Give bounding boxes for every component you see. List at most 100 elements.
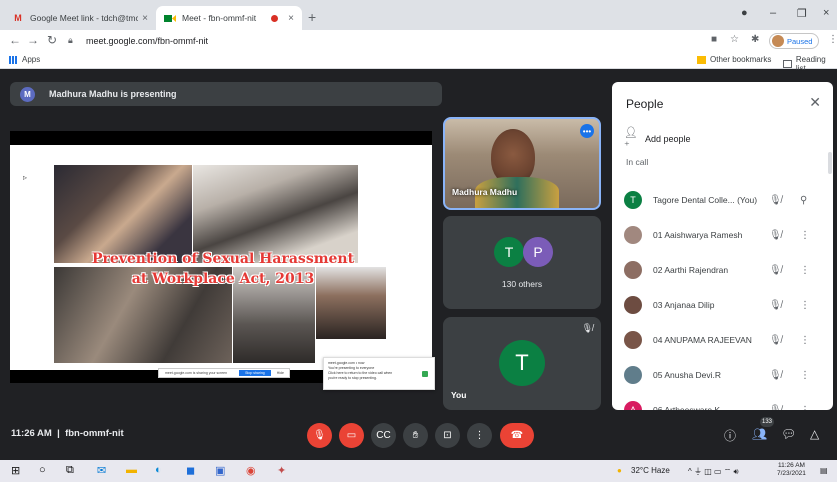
tray-icons[interactable]: ^ ⏚ ◫ ▭ ⌔ 🔊︎ (688, 466, 739, 477)
bookmark-other[interactable]: Other bookmarks (697, 55, 771, 64)
avatar (624, 296, 642, 314)
participant-row[interactable]: A 06 Artheesware K 🎙︎̸ ⋮ (612, 393, 833, 410)
mic-off-icon[interactable]: 🎙︎̸ (769, 195, 782, 206)
bookmark-apps[interactable]: Apps (9, 55, 40, 64)
profile-paused-button[interactable]: Paused (769, 33, 819, 49)
more-options-icon[interactable]: ⋮ (800, 230, 810, 241)
more-options-icon[interactable]: ••• (580, 124, 594, 138)
hide-button[interactable]: Hide (277, 371, 284, 375)
mic-off-icon[interactable]: 🎙︎̸ (769, 370, 782, 381)
popup-line: you're ready to stop presenting. (328, 376, 377, 380)
participant-count-badge: 133 (760, 417, 774, 427)
participant-row[interactable]: T Tagore Dental Colle... (You) 🎙︎̸ ⚲ (612, 183, 833, 217)
edge-icon[interactable]: ◐ (155, 464, 162, 476)
tab-close-icon[interactable]: × (288, 13, 294, 24)
mic-off-icon[interactable]: 🎙︎̸ (769, 230, 782, 241)
stop-sharing-button[interactable]: Stop sharing (239, 370, 271, 376)
address-bar[interactable]: 🔒︎ meet.google.com/fbn-ommf-nit (68, 32, 708, 49)
menu-dots-icon[interactable]: ⋮ (828, 34, 837, 45)
tab-meet[interactable]: Meet - fbn-ommf-nit × (156, 6, 302, 30)
pin-icon[interactable]: ⚲ (800, 195, 807, 206)
others-count: 130 others (501, 279, 543, 289)
apps-grid-icon (9, 55, 18, 64)
screen-share-bar: meet.google.com is sharing your screen S… (158, 368, 290, 378)
mic-toggle-button[interactable]: 🎙︎ (307, 423, 332, 448)
self-tile[interactable]: 🎙︎̸ T You (443, 317, 601, 410)
presenter-tile[interactable]: ••• Madhura Madhu (443, 117, 601, 210)
task-view-icon[interactable]: ⧉ (66, 464, 74, 477)
tab-close-icon[interactable]: × (142, 13, 148, 24)
chat-icon[interactable]: 💬︎ (781, 427, 796, 441)
avatar: T (499, 340, 545, 386)
meeting-time: 11:26 AM (11, 428, 52, 439)
end-call-button[interactable]: ☎︎ (500, 423, 534, 448)
participant-row[interactable]: 02 Aarthi Rajendran 🎙︎̸ ⋮ (612, 253, 833, 287)
system-clock[interactable]: 11:26 AM 7/23/2021 (777, 462, 806, 478)
meet-stage: M Madhura Madhu is presenting ▹ Preventi… (0, 70, 837, 460)
avatar: A (624, 401, 642, 410)
participant-name: 02 Aarthi Rajendran (653, 265, 729, 275)
people-icon[interactable]: 👥︎ (752, 427, 767, 441)
extensions-icon[interactable]: ✱ (751, 34, 759, 45)
account-icon[interactable]: ● (741, 7, 748, 19)
more-options-icon[interactable]: ⋮ (800, 405, 810, 411)
close-icon[interactable]: ✕ (809, 94, 821, 111)
avatar (772, 35, 784, 47)
camera-indicator-icon[interactable]: ■ (711, 34, 717, 45)
mail-icon[interactable]: ✉ (97, 464, 106, 477)
mouse-cursor-icon: ▹ (23, 173, 28, 182)
captions-button[interactable]: CC (371, 423, 396, 448)
recording-dot-icon (271, 14, 279, 22)
mic-off-icon[interactable]: 🎙︎̸ (769, 265, 782, 276)
more-options-button[interactable]: ⋮ (467, 423, 492, 448)
more-options-icon[interactable]: ⋮ (800, 265, 810, 276)
more-options-icon[interactable]: ⋮ (800, 335, 810, 346)
more-options-icon[interactable]: ⋮ (800, 300, 810, 311)
mic-off-icon[interactable]: 🎙︎̸ (769, 335, 782, 346)
lock-icon: 🔒︎ (68, 35, 73, 45)
camera-toggle-button[interactable]: ▭ (339, 423, 364, 448)
add-people-button[interactable]: 👤︎⁺ Add people (624, 126, 691, 152)
file-explorer-icon[interactable]: ▬ (126, 464, 137, 476)
app-icon[interactable]: ◼ (186, 464, 195, 477)
avatar: P (523, 237, 553, 267)
bookmark-label: Apps (22, 55, 41, 64)
reload-icon[interactable]: ↻ (47, 33, 57, 47)
notifications-icon[interactable]: ▤ (820, 466, 828, 475)
search-icon[interactable]: ○ (39, 464, 46, 476)
info-icon[interactable]: ⓘ (724, 427, 736, 444)
presenting-banner: M Madhura Madhu is presenting (10, 82, 442, 106)
slide-canvas: ▹ Prevention of Sexual Harassment at Wor… (10, 145, 435, 390)
app-icon[interactable]: ▣ (215, 464, 225, 477)
tab-google-meet-link[interactable]: M Google Meet link - tdch@tmchd... × (4, 6, 156, 30)
minimize-button[interactable]: – (770, 7, 776, 19)
participant-row[interactable]: 05 Anusha Devi.R 🎙︎̸ ⋮ (612, 358, 833, 392)
mic-off-icon[interactable]: 🎙︎̸ (769, 405, 782, 411)
close-window-button[interactable]: × (823, 7, 829, 19)
scrollbar[interactable] (828, 152, 832, 174)
activities-icon[interactable]: △ (810, 427, 819, 441)
participant-row[interactable]: 03 Anjanaa Dilip 🎙︎̸ ⋮ (612, 288, 833, 322)
maximize-button[interactable]: ❐ (797, 7, 807, 20)
presenting-notification[interactable]: meet.google.com • now You're presenting … (323, 357, 435, 390)
participant-row[interactable]: 04 ANUPAMA RAJEEVAN 🎙︎̸ ⋮ (612, 323, 833, 357)
windows-start-icon[interactable]: ⊞ (11, 464, 20, 477)
clock-date: 7/23/2021 (777, 470, 806, 477)
forward-icon[interactable]: → (27, 33, 39, 47)
avatar (624, 261, 642, 279)
reading-list-icon (783, 60, 792, 68)
present-button[interactable]: ⊡ (435, 423, 460, 448)
meeting-code: fbn-ommf-nit (65, 428, 124, 439)
participant-row[interactable]: 01 Aaishwarya Ramesh 🎙︎̸ ⋮ (612, 218, 833, 252)
star-icon[interactable]: ☆ (730, 34, 739, 45)
others-tile[interactable]: T P 130 others (443, 216, 601, 309)
weather-text[interactable]: 32°C Haze (631, 466, 670, 475)
app-icon[interactable]: ✦ (277, 464, 286, 477)
back-icon[interactable]: ← (9, 33, 21, 47)
raise-hand-button[interactable]: ✋︎ (403, 423, 428, 448)
new-tab-button[interactable]: + (308, 9, 316, 25)
participant-name: 01 Aaishwarya Ramesh (653, 230, 743, 240)
more-options-icon[interactable]: ⋮ (800, 370, 810, 381)
mic-off-icon[interactable]: 🎙︎̸ (769, 300, 782, 311)
chrome-icon[interactable]: ◉ (246, 464, 256, 477)
